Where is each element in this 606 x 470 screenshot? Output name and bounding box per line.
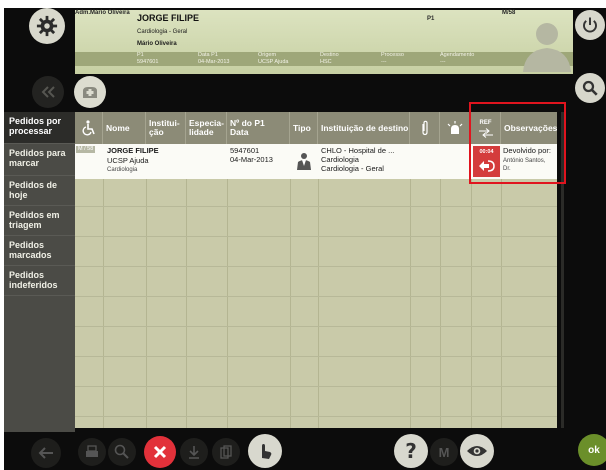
patient-specialty: Cardiologia - Geral xyxy=(137,29,188,35)
hospital-icon xyxy=(83,87,97,98)
sidebar-item-pedidos-indeferidos[interactable]: Pedidos indeferidos xyxy=(4,266,75,296)
field-label: P1 xyxy=(137,52,144,58)
search-icon xyxy=(582,80,598,96)
row-divider xyxy=(75,206,557,207)
code-tag: M/58 xyxy=(502,10,516,16)
column-header-nome[interactable]: Nome xyxy=(103,112,146,144)
highlight-box xyxy=(469,102,566,184)
wheelchair-icon xyxy=(81,120,95,136)
sidebar-item-pedidos-em-triagem[interactable]: Pedidos em triagem xyxy=(4,206,75,236)
row-p1-date: 04-Mar-2013 xyxy=(230,155,273,164)
power-icon xyxy=(583,17,597,33)
male-button[interactable]: M xyxy=(430,438,458,466)
field-value: 04-Mar-2013 xyxy=(198,59,230,65)
field-label: Destino xyxy=(320,52,339,58)
sidebar-item-pedidos-por-processar[interactable]: Pedidos por processar xyxy=(4,112,75,144)
triage-button[interactable] xyxy=(248,434,282,468)
question-icon: ? xyxy=(405,439,417,463)
print-button[interactable] xyxy=(78,438,106,466)
field-label: Data P1 xyxy=(198,52,218,58)
field-value: UCSP Ajuda xyxy=(258,59,289,65)
siren-icon xyxy=(447,121,463,134)
column-header-tipo[interactable]: Tipo xyxy=(290,112,318,144)
row-destination-hospital: CHLO - Hospital de ... xyxy=(321,146,395,155)
ok-button[interactable]: ok xyxy=(578,434,606,466)
admin-name: Adm.Mário Oliveira xyxy=(75,10,130,16)
field-value: --- xyxy=(381,59,387,65)
row-specialty: Cardiologia xyxy=(107,167,138,173)
gear-icon xyxy=(36,15,58,37)
row-divider xyxy=(75,356,557,357)
download-button[interactable] xyxy=(180,438,208,466)
back-arrow-icon xyxy=(38,447,53,459)
column-header-especialidade[interactable]: Especia- lidade xyxy=(186,112,227,144)
column-header-instituicao-destino[interactable]: Instituição de destino xyxy=(318,112,410,144)
paperclip-icon xyxy=(421,120,428,136)
column-header-alert[interactable] xyxy=(440,112,471,144)
field-value: --- xyxy=(440,59,446,65)
male-icon: M xyxy=(438,444,450,460)
row-divider xyxy=(75,296,557,297)
footer-back-button[interactable] xyxy=(31,438,61,468)
hand-pointer-icon xyxy=(262,444,272,459)
sidebar-item-pedidos-para-marcar[interactable]: Pedidos para marcar xyxy=(4,144,75,176)
reject-button[interactable] xyxy=(144,436,176,468)
hospital-view-button[interactable] xyxy=(74,76,106,108)
power-button[interactable] xyxy=(575,10,605,40)
ok-label: ok xyxy=(588,444,600,456)
settings-button[interactable] xyxy=(29,8,65,44)
documents-icon xyxy=(220,445,232,459)
p1-tag: P1 xyxy=(427,16,435,22)
add-search-button[interactable] xyxy=(108,438,136,466)
doctor-type-icon xyxy=(297,153,311,170)
field-label: Agendamento xyxy=(440,52,475,58)
field-value: HSC xyxy=(320,59,332,65)
column-header-attachment[interactable] xyxy=(410,112,440,144)
column-header-instituicao[interactable]: Institui- ção xyxy=(146,112,186,144)
patient-avatar xyxy=(523,23,571,72)
doctor-name: Mário Oliveira xyxy=(137,41,177,47)
column-header-mobility[interactable] xyxy=(75,112,103,144)
help-button[interactable]: ? xyxy=(394,434,428,468)
row-destination-subspecialty: Cardiologia - Geral xyxy=(321,164,384,173)
search-add-icon xyxy=(114,444,129,459)
row-divider xyxy=(75,326,557,327)
view-button[interactable] xyxy=(460,434,494,468)
row-divider xyxy=(75,416,557,417)
patient-badge: M / 58 xyxy=(76,146,96,153)
field-value: 5947601 xyxy=(137,59,159,65)
field-label: Origem xyxy=(258,52,277,58)
app-root: Adm.Mário Oliveira JORGE FILIPE Cardiolo… xyxy=(0,0,606,470)
eye-icon xyxy=(467,446,487,456)
row-divider xyxy=(75,266,557,267)
copy-button[interactable] xyxy=(212,438,240,466)
row-divider xyxy=(75,236,557,237)
patient-name: JORGE FILIPE xyxy=(137,13,200,23)
field-label: Processo xyxy=(381,52,404,58)
back-button[interactable] xyxy=(32,76,64,108)
print-icon xyxy=(86,445,98,457)
download-icon xyxy=(189,446,199,459)
patient-header: Adm.Mário Oliveira JORGE FILIPE Cardiolo… xyxy=(75,10,573,74)
column-header-p1[interactable]: Nº do P1 Data xyxy=(227,112,290,144)
search-button[interactable] xyxy=(575,73,605,103)
row-origin: UCSP Ajuda xyxy=(107,156,149,165)
row-patient-name: JORGE FILIPE xyxy=(107,146,159,155)
sidebar-item-pedidos-marcados[interactable]: Pedidos marcados xyxy=(4,236,75,266)
back-arrows-icon xyxy=(41,86,55,98)
close-icon xyxy=(153,445,167,459)
sidebar-item-pedidos-de-hoje[interactable]: Pedidos de hoje xyxy=(4,176,75,206)
row-divider xyxy=(75,386,557,387)
row-p1-number: 5947601 xyxy=(230,146,260,155)
row-destination-specialty: Cardiologia xyxy=(321,155,359,164)
